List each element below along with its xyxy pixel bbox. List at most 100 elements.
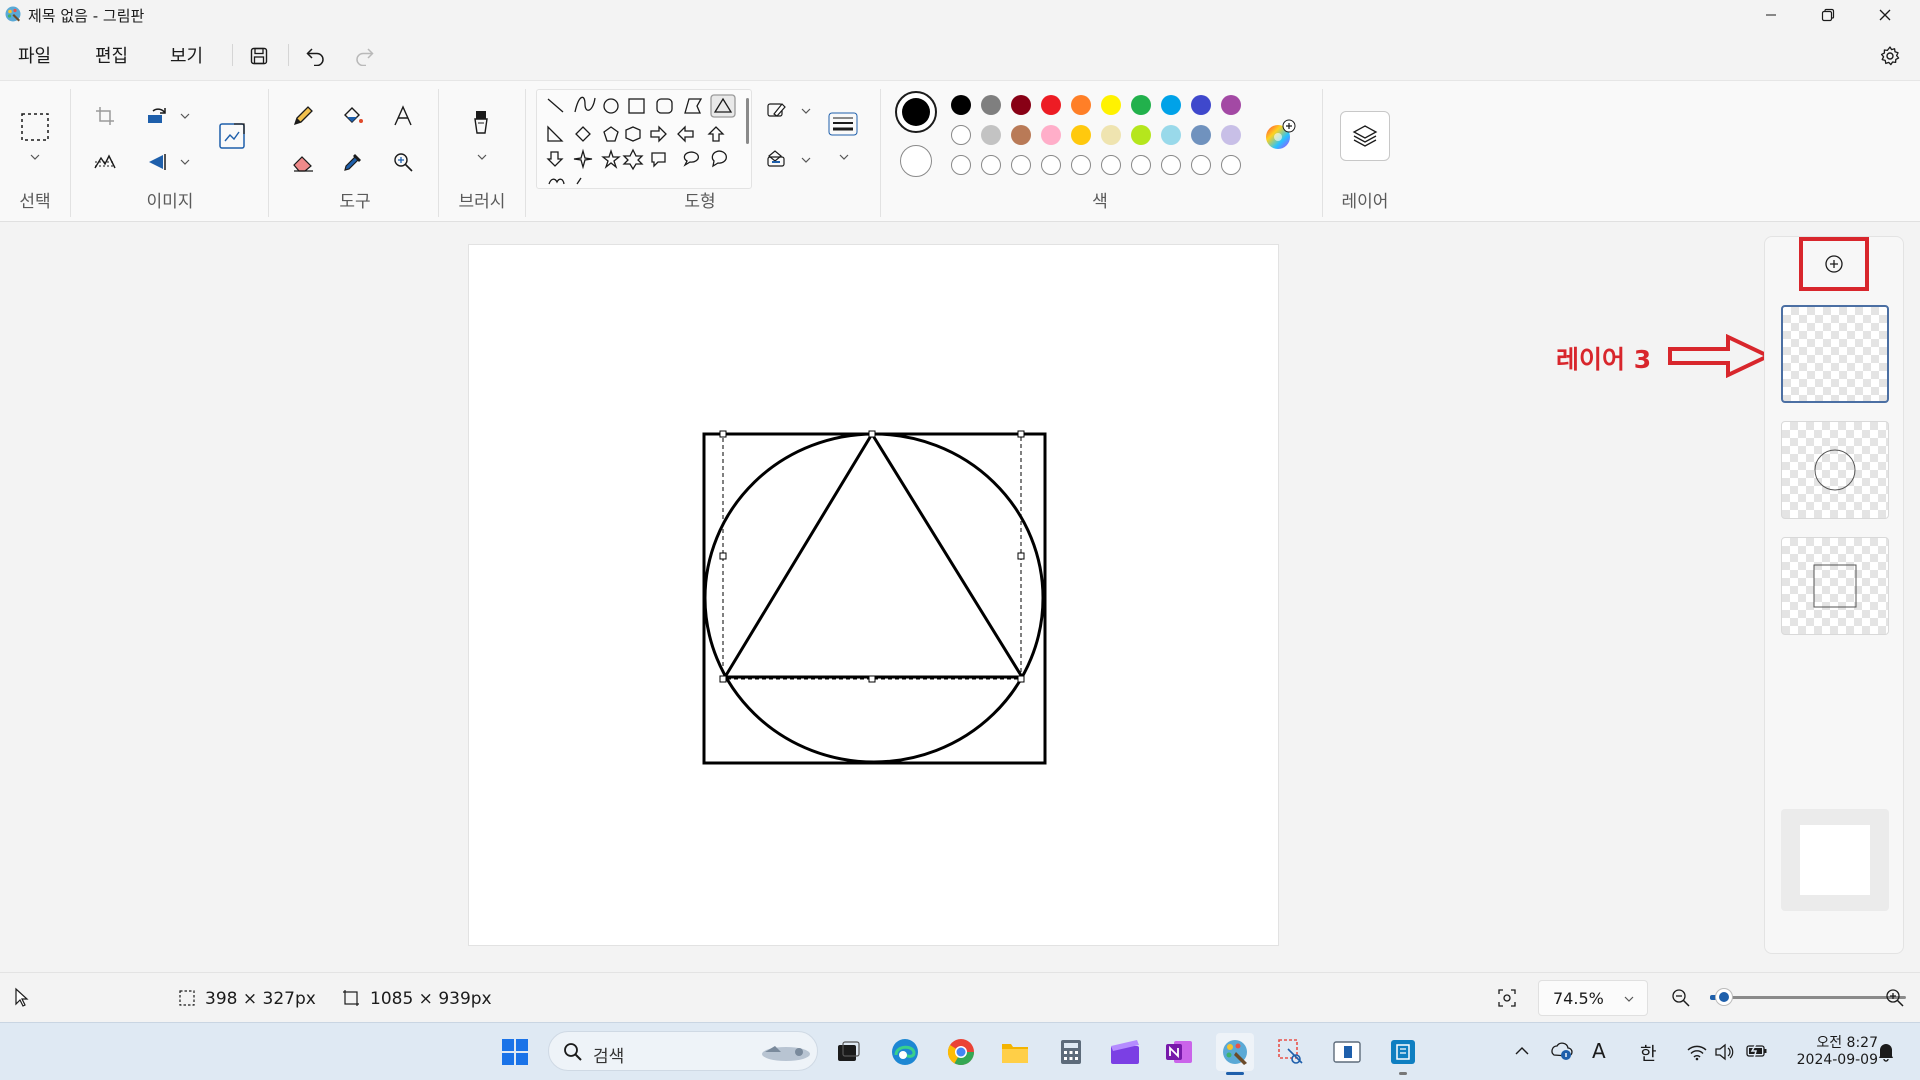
resize-button[interactable]	[215, 119, 249, 153]
text-tool-button[interactable]	[386, 99, 420, 133]
battery-charging-icon[interactable]	[1746, 1043, 1768, 1059]
magnifier-tool-button[interactable]	[386, 145, 420, 179]
notification-bell-icon[interactable]	[1876, 1041, 1896, 1063]
chevron-down-icon[interactable]	[29, 151, 41, 163]
flip-button[interactable]	[140, 145, 174, 179]
taskbar-search-box[interactable]: 검색	[548, 1031, 818, 1071]
color-picker-tool-button[interactable]	[336, 145, 370, 179]
taskbar-paint[interactable]	[1216, 1033, 1254, 1075]
close-button[interactable]	[1856, 0, 1913, 30]
outline-button[interactable]	[762, 93, 792, 127]
edit-colors-button[interactable]	[1262, 117, 1298, 153]
chevron-up-icon[interactable]	[1514, 1045, 1530, 1057]
zoom-in-button[interactable]	[1882, 985, 1908, 1011]
color-swatch[interactable]	[1011, 125, 1031, 145]
taskbar-app-window[interactable]	[1328, 1033, 1366, 1071]
color-swatch[interactable]	[1221, 95, 1241, 115]
zoom-slider-thumb[interactable]	[1715, 988, 1733, 1006]
zoom-out-button[interactable]	[1668, 985, 1694, 1011]
color-swatch[interactable]	[1221, 125, 1241, 145]
color-swatch[interactable]	[1041, 95, 1061, 115]
custom-color-slot[interactable]	[1131, 155, 1151, 175]
taskbar-onenote[interactable]	[1160, 1033, 1198, 1071]
custom-color-slot[interactable]	[1011, 155, 1031, 175]
ime-mode-indicator[interactable]: 한	[1640, 1040, 1657, 1066]
save-button[interactable]	[243, 40, 275, 72]
eraser-tool-button[interactable]	[286, 145, 320, 179]
taskbar-app-blue[interactable]	[1384, 1033, 1422, 1075]
shapes-scrollbar[interactable]	[746, 98, 749, 144]
color-swatch[interactable]	[1191, 95, 1211, 115]
menu-edit[interactable]: 편집	[95, 42, 128, 68]
background-layer-thumbnail[interactable]	[1781, 809, 1889, 911]
color-swatch[interactable]	[1101, 95, 1121, 115]
onedrive-info-icon[interactable]	[1550, 1041, 1574, 1061]
menu-file[interactable]: 파일	[18, 42, 51, 68]
brush-tool-button[interactable]	[464, 107, 498, 141]
color-swatch[interactable]	[1101, 125, 1121, 145]
clock-time[interactable]: 오전 8:27	[1794, 1032, 1878, 1052]
zoom-slider-track[interactable]	[1710, 996, 1906, 999]
select-tool-button[interactable]	[17, 109, 53, 145]
custom-color-slot[interactable]	[981, 155, 1001, 175]
taskbar-snipping-tool[interactable]	[1272, 1033, 1310, 1071]
color-swatch[interactable]	[1191, 125, 1211, 145]
taskbar-edge[interactable]	[886, 1033, 924, 1071]
primary-color-button[interactable]	[895, 91, 937, 133]
size-button[interactable]	[826, 107, 860, 141]
chevron-down-icon[interactable]	[179, 110, 191, 122]
menu-view[interactable]: 보기	[170, 42, 203, 68]
chevron-down-icon[interactable]	[838, 151, 850, 163]
color-swatch[interactable]	[1161, 125, 1181, 145]
secondary-color-button[interactable]	[900, 145, 932, 177]
remove-background-button[interactable]	[88, 145, 122, 179]
zoom-select[interactable]: 74.5%	[1538, 980, 1648, 1016]
start-button[interactable]	[496, 1033, 534, 1071]
clock-date[interactable]: 2024-09-09	[1786, 1052, 1878, 1068]
custom-color-slot[interactable]	[1191, 155, 1211, 175]
custom-color-slot[interactable]	[1221, 155, 1241, 175]
chevron-down-icon[interactable]	[800, 154, 812, 166]
minimize-button[interactable]	[1742, 0, 1799, 30]
add-layer-button[interactable]	[1799, 237, 1869, 291]
taskbar-file-explorer[interactable]	[996, 1033, 1034, 1071]
crop-button[interactable]	[88, 99, 122, 133]
taskbar-clipchamp[interactable]	[1106, 1033, 1144, 1071]
layer-thumbnail-1[interactable]	[1781, 537, 1889, 635]
custom-color-slot[interactable]	[951, 155, 971, 175]
layer-thumbnail-3[interactable]	[1781, 305, 1889, 403]
color-swatch[interactable]	[951, 95, 971, 115]
undo-button[interactable]	[300, 40, 332, 72]
fill-shape-button[interactable]	[762, 141, 792, 175]
pencil-tool-button[interactable]	[286, 99, 320, 133]
chevron-down-icon[interactable]	[179, 156, 191, 168]
fill-tool-button[interactable]	[336, 99, 370, 133]
task-view-button[interactable]	[830, 1033, 868, 1071]
chevron-down-icon[interactable]	[800, 105, 812, 117]
color-swatch[interactable]	[1131, 95, 1151, 115]
color-swatch[interactable]	[1071, 95, 1091, 115]
color-swatch[interactable]	[951, 125, 971, 145]
rotate-button[interactable]	[140, 99, 174, 133]
fit-to-window-button[interactable]	[1494, 985, 1520, 1011]
font-input-indicator[interactable]: A	[1592, 1039, 1606, 1063]
taskbar-calculator[interactable]	[1052, 1033, 1090, 1071]
taskbar-chrome[interactable]	[942, 1033, 980, 1071]
color-swatch[interactable]	[1071, 125, 1091, 145]
color-swatch[interactable]	[1041, 125, 1061, 145]
wifi-icon[interactable]	[1686, 1043, 1708, 1061]
maximize-button[interactable]	[1799, 0, 1856, 30]
color-swatch[interactable]	[1011, 95, 1031, 115]
custom-color-slot[interactable]	[1041, 155, 1061, 175]
redo-button[interactable]	[348, 40, 380, 72]
settings-button[interactable]	[1874, 40, 1906, 72]
custom-color-slot[interactable]	[1101, 155, 1121, 175]
layer-thumbnail-2[interactable]	[1781, 421, 1889, 519]
drawing-canvas[interactable]	[468, 244, 1279, 946]
chevron-down-icon[interactable]	[476, 151, 488, 163]
volume-icon[interactable]	[1714, 1043, 1734, 1061]
custom-color-slot[interactable]	[1161, 155, 1181, 175]
layers-button[interactable]	[1340, 111, 1390, 161]
color-swatch[interactable]	[981, 95, 1001, 115]
custom-color-slot[interactable]	[1071, 155, 1091, 175]
